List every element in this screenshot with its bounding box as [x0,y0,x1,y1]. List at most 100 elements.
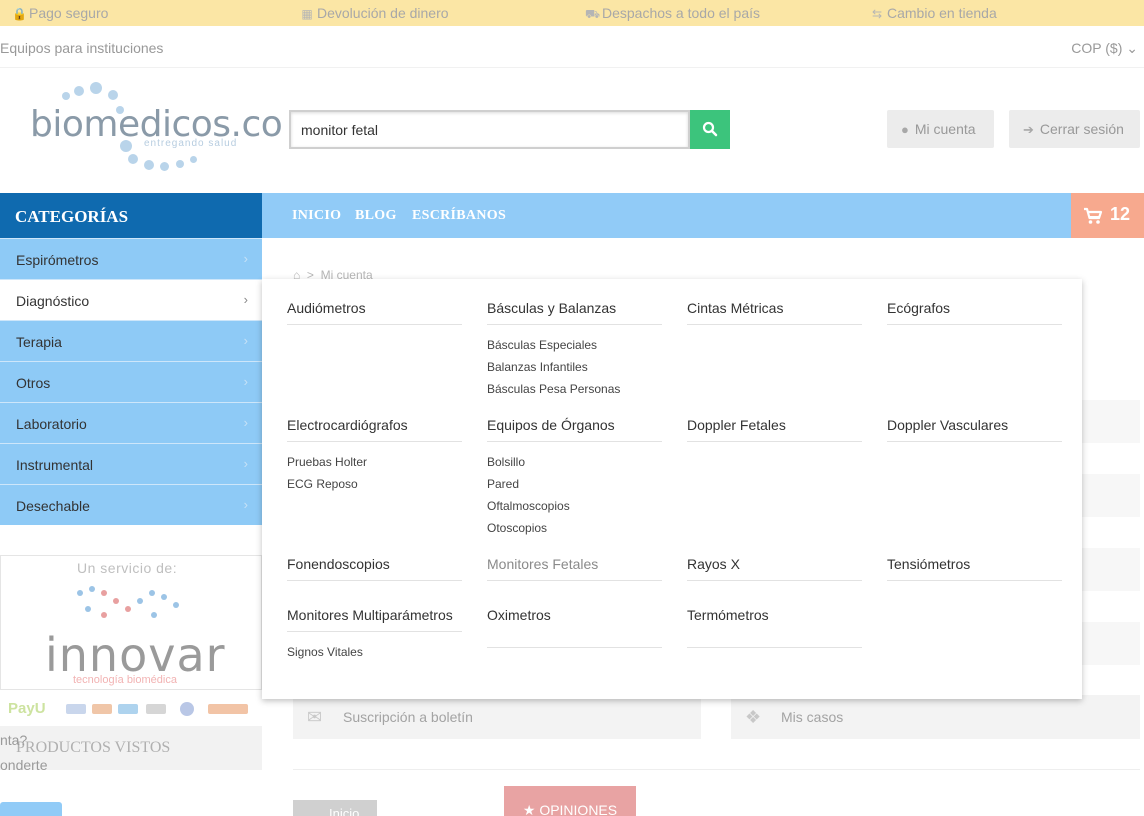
mega-menu-group: Oximetros [487,607,662,648]
mega-menu-group: Doppler Vasculares [887,417,1062,442]
menu-item-electrocardiografos[interactable]: Electrocardiógrafos [287,417,462,442]
logo-dot [108,90,118,100]
logout-button[interactable]: ➔ Cerrar sesión [1009,110,1140,148]
category-item-otros[interactable]: Otros › [0,361,262,402]
submenu-item-balanzas-infantiles[interactable]: Balanzas Infantiles [487,356,662,378]
mega-menu-group: Audiómetros [287,300,462,325]
mega-menu-diagnostico: Audiómetros Básculas y Balanzas Básculas… [262,279,1082,699]
tag-icon: ❖ [745,707,762,727]
innovar-logo-dot [77,590,83,596]
chevron-right-icon: › [243,333,248,348]
service-banner[interactable]: Un servicio de: innovar tecnología biomé… [0,555,262,690]
categories-header[interactable]: CATEGORÍAS [0,193,262,238]
chevron-right-icon: › [243,497,248,512]
topbar-item-pago-seguro: 🔒 Pago seguro [12,5,109,21]
menu-item-monitores-fetales[interactable]: Monitores Fetales [487,556,662,581]
visa-icon [66,704,86,714]
innovar-logo-dot [85,606,91,612]
menu-item-cintas-metricas[interactable]: Cintas Métricas [687,300,862,325]
category-item-instrumental[interactable]: Instrumental › [0,443,262,484]
top-info-bar: 🔒 Pago seguro ▦ Devolución de dinero ⛟ Desp… [0,0,1144,26]
account-panel[interactable] [1082,474,1140,517]
innovar-logo-dot [149,590,155,596]
newsletter-panel[interactable]: ✉ Suscripción a boletín [293,695,701,739]
mega-menu-group: Termómetros [687,607,862,648]
menu-item-basculas-balanzas[interactable]: Básculas y Balanzas [487,300,662,325]
submenu-item-basculas-especiales[interactable]: Básculas Especiales [487,334,662,356]
my-account-button[interactable]: ● Mi cuenta [887,110,994,148]
category-item-diagnostico[interactable]: Diagnóstico › [0,279,262,320]
menu-item-oximetros[interactable]: Oximetros [487,607,662,648]
account-panel[interactable] [1082,622,1140,665]
money-icon: ▦ [301,7,313,21]
logo-dot [128,154,138,164]
search-bar [289,110,730,149]
account-panel[interactable] [1082,548,1140,591]
submenu-item-bolsillo[interactable]: Bolsillo [487,451,662,473]
home-button[interactable]: Inicio [293,800,377,816]
search-input[interactable] [289,110,690,149]
innovar-logo-dot [113,598,119,604]
currency-selector[interactable]: COP ($) ⌄ [1071,40,1138,57]
mastercard-icon [92,704,112,714]
innovar-logo-dot [101,590,107,596]
nav-link-inicio[interactable]: INICIO [292,208,341,224]
menu-item-fonendoscopios[interactable]: Fonendoscopios [287,556,462,581]
menu-item-doppler-fetales[interactable]: Doppler Fetales [687,417,862,442]
submenu-item-basculas-pesa-personas[interactable]: Básculas Pesa Personas [487,378,662,400]
menu-item-rayos-x[interactable]: Rayos X [687,556,862,581]
payment-methods: PayU [0,690,262,726]
envelope-icon: ✉ [307,707,323,727]
category-item-terapia[interactable]: Terapia › [0,320,262,361]
innovar-logo-dot [173,602,179,608]
submenu-item-otoscopios[interactable]: Otoscopios [487,517,662,539]
menu-item-equipos-organos[interactable]: Equipos de Órganos [487,417,662,442]
menu-item-tensiometros[interactable]: Tensiómetros [887,556,1062,581]
innovar-logo-dot [151,612,157,618]
instituciones-link[interactable]: Equipos para instituciones [0,40,163,56]
menu-item-doppler-vasculares[interactable]: Doppler Vasculares [887,417,1062,442]
logo-dot [176,160,184,168]
innovar-logo-dot [89,586,95,592]
my-cases-panel[interactable]: ❖ Mis casos [731,695,1140,739]
topbar-item-cambio: ⇆ Cambio en tienda [871,5,997,21]
submenu-item-signos-vitales[interactable]: Signos Vitales [287,641,462,663]
mega-menu-group: Cintas Métricas [687,300,862,325]
opinions-button[interactable]: ★ OPINIONES [504,786,636,816]
nav-link-escribanos[interactable]: ESCRÍBANOS [412,208,506,224]
submenu-item-ecg-reposo[interactable]: ECG Reposo [287,473,462,495]
sidebar-button[interactable] [0,802,62,816]
menu-item-monitores-multiparametros[interactable]: Monitores Multiparámetros [287,607,462,632]
menu-item-audiometros[interactable]: Audiómetros [287,300,462,325]
faded-text: nta? [0,732,28,748]
account-panel[interactable] [1082,400,1140,443]
sign-out-icon: ➔ [1023,122,1034,137]
nav-link-blog[interactable]: BLOG [355,208,397,224]
logo-dot [74,86,84,96]
chevron-right-icon: › [243,374,248,389]
innovar-logo-dot [161,594,167,600]
category-item-desechable[interactable]: Desechable › [0,484,262,525]
mega-menu-group: Fonendoscopios [287,556,462,581]
menu-item-ecografos[interactable]: Ecógrafos [887,300,1062,325]
exchange-icon: ⇆ [871,7,883,21]
logo-dot [90,82,102,94]
submenu-item-pruebas-holter[interactable]: Pruebas Holter [287,451,462,473]
category-item-espirometros[interactable]: Espirómetros › [0,238,262,279]
category-list: Espirómetros › Diagnóstico › Terapia › Otro… [0,238,262,525]
chevron-right-icon: › [243,292,248,307]
logo-dot [144,160,154,170]
cart-button[interactable]: 12 [1071,193,1144,238]
logo-dot [160,162,169,171]
faded-text: onderte [0,757,48,773]
submenu-item-pared[interactable]: Pared [487,473,662,495]
category-item-laboratorio[interactable]: Laboratorio › [0,402,262,443]
mega-menu-group: Monitores Fetales [487,556,662,581]
amex-icon [118,704,138,714]
submenu-item-oftalmoscopios[interactable]: Oftalmoscopios [487,495,662,517]
menu-item-termometros[interactable]: Termómetros [687,607,862,648]
site-logo[interactable]: biomedicos.co entregando salud [28,78,283,178]
chevron-right-icon: › [243,415,248,430]
search-button[interactable] [690,110,730,149]
cart-count: 12 [1110,204,1131,224]
